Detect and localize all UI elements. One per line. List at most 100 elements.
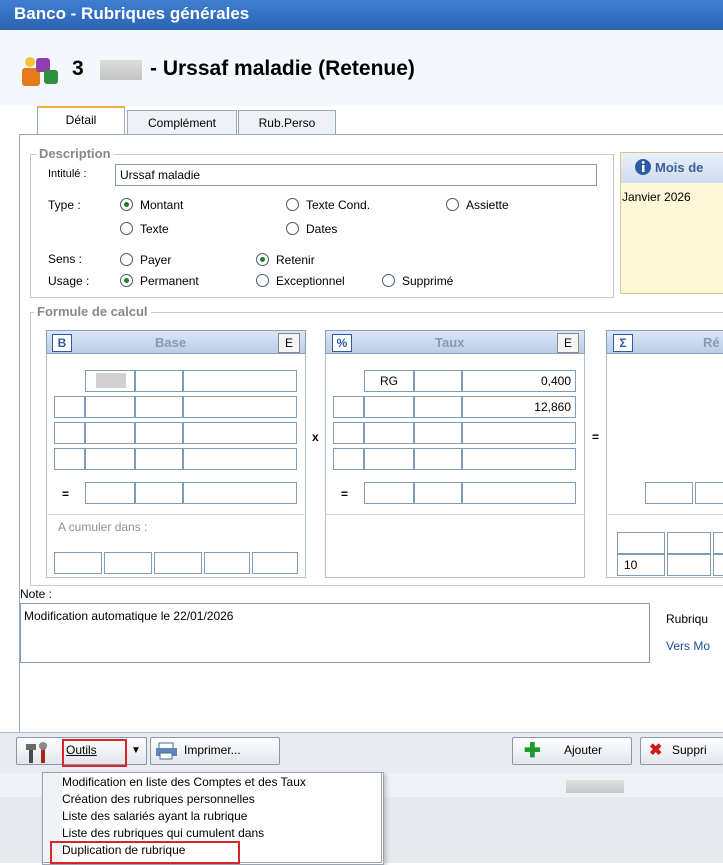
base-cell[interactable]: [183, 422, 297, 444]
menu-item-modification-liste[interactable]: Modification en liste des Comptes et des…: [62, 775, 306, 789]
base-result-cell[interactable]: [135, 482, 183, 504]
description-title: Description: [36, 146, 114, 161]
taux-e-button[interactable]: E: [557, 333, 579, 353]
type-montant-radio[interactable]: [120, 198, 133, 211]
cumul-cell[interactable]: [204, 552, 250, 574]
resultat-cell[interactable]: [645, 482, 693, 504]
resultat-cell[interactable]: [617, 532, 665, 554]
redacted-id: [100, 60, 142, 80]
type-assiette-radio[interactable]: [446, 198, 459, 211]
cumul-cell[interactable]: [54, 552, 102, 574]
base-cell[interactable]: [85, 448, 135, 470]
taux-cell[interactable]: [333, 396, 364, 418]
base-e-button[interactable]: E: [278, 333, 300, 353]
sigma-icon: Σ: [613, 334, 633, 352]
base-title: Base: [155, 335, 187, 350]
type-texte-cond-radio[interactable]: [286, 198, 299, 211]
cumul-cell[interactable]: [252, 552, 298, 574]
taux-result-cell[interactable]: [462, 482, 576, 504]
base-cell[interactable]: [54, 448, 85, 470]
taux-cell[interactable]: [462, 448, 576, 470]
base-cell[interactable]: [54, 422, 85, 444]
base-cell[interactable]: [135, 396, 183, 418]
taux-value-cell[interactable]: 0,400: [462, 370, 576, 392]
base-result-cell[interactable]: [85, 482, 135, 504]
tab-complement[interactable]: Complément: [127, 110, 237, 135]
taux-cell[interactable]: [364, 448, 414, 470]
chevron-down-icon[interactable]: ▼: [128, 741, 144, 761]
taux-cell[interactable]: [414, 396, 462, 418]
menu-item-liste-rubriques-cumul[interactable]: Liste des rubriques qui cumulent dans: [62, 826, 264, 840]
duplication-highlight: [50, 841, 240, 864]
resultat-bottom-cell[interactable]: 10: [617, 554, 665, 576]
equals-sign: =: [592, 430, 600, 444]
sens-retenir-label: Retenir: [276, 253, 315, 267]
cumul-cell[interactable]: [104, 552, 152, 574]
rubrique-number: 3: [72, 57, 84, 80]
taux-cell[interactable]: [364, 396, 414, 418]
base-cell[interactable]: [135, 448, 183, 470]
resultat-cell[interactable]: [695, 482, 723, 504]
menu-item-liste-salaries[interactable]: Liste des salariés ayant la rubrique: [62, 809, 247, 823]
usage-permanent-radio[interactable]: [120, 274, 133, 287]
taux-code-cell[interactable]: RG: [364, 370, 414, 392]
base-result-cell[interactable]: [183, 482, 297, 504]
taux-value-cell[interactable]: 12,860: [462, 396, 576, 418]
sens-payer-radio[interactable]: [120, 253, 133, 266]
taux-result-cell[interactable]: [364, 482, 414, 504]
resultat-cell[interactable]: [667, 554, 711, 576]
taux-cell[interactable]: [333, 422, 364, 444]
resultat-cell[interactable]: [713, 532, 723, 554]
vers-link[interactable]: Vers Mo: [666, 639, 710, 653]
type-dates-radio[interactable]: [286, 222, 299, 235]
base-cell[interactable]: [183, 396, 297, 418]
resultat-cell[interactable]: [713, 554, 723, 576]
cumuler-label: A cumuler dans :: [58, 520, 148, 534]
usage-permanent-label: Permanent: [140, 274, 199, 288]
usage-supprime-label: Supprimé: [402, 274, 454, 288]
intitule-input[interactable]: Urssaf maladie: [115, 164, 597, 186]
taux-cell[interactable]: [462, 422, 576, 444]
taux-result-cell[interactable]: [414, 482, 462, 504]
type-texte-radio[interactable]: [120, 222, 133, 235]
window-title: Banco - Rubriques générales: [14, 4, 250, 23]
window-title-bar: Banco - Rubriques générales: [0, 0, 723, 30]
base-equal-sign: =: [62, 487, 70, 501]
usage-supprime-radio[interactable]: [382, 274, 395, 287]
base-cell[interactable]: [135, 370, 183, 392]
tab-detail[interactable]: Détail: [37, 106, 125, 137]
taux-cell[interactable]: [333, 448, 364, 470]
base-cell[interactable]: [135, 422, 183, 444]
base-cell[interactable]: [183, 448, 297, 470]
base-cell[interactable]: [85, 396, 135, 418]
rubrique-icon: [22, 57, 58, 86]
type-texte-label: Texte: [140, 222, 169, 236]
taux-cell[interactable]: [364, 422, 414, 444]
sens-label: Sens :: [48, 252, 83, 266]
base-divider: [46, 514, 306, 515]
usage-label: Usage :: [48, 274, 90, 288]
menu-item-creation-rubriques[interactable]: Création des rubriques personnelles: [62, 792, 255, 806]
base-cell[interactable]: [54, 396, 85, 418]
taux-cell[interactable]: [414, 448, 462, 470]
base-cell[interactable]: [183, 370, 297, 392]
sens-retenir-radio[interactable]: [256, 253, 269, 266]
mois-title: Mois de: [655, 160, 704, 175]
type-label: Type :: [48, 198, 81, 212]
note-text: Modification automatique le 22/01/2026: [24, 609, 234, 623]
percent-icon: %: [332, 334, 352, 352]
type-texte-cond-label: Texte Cond.: [306, 198, 371, 212]
info-icon: [635, 159, 651, 175]
type-montant-label: Montant: [140, 198, 184, 212]
usage-exceptionnel-radio[interactable]: [256, 274, 269, 287]
resultat-title: Ré: [703, 335, 720, 350]
resultat-cell[interactable]: [667, 532, 711, 554]
outils-highlight: [62, 739, 127, 767]
supprimer-label: Suppri: [672, 743, 707, 757]
tab-rub-perso[interactable]: Rub.Perso: [238, 110, 336, 135]
base-cell[interactable]: [85, 422, 135, 444]
taux-cell[interactable]: [414, 422, 462, 444]
taux-cell[interactable]: [414, 370, 462, 392]
tools-icon: [26, 742, 47, 763]
cumul-cell[interactable]: [154, 552, 202, 574]
